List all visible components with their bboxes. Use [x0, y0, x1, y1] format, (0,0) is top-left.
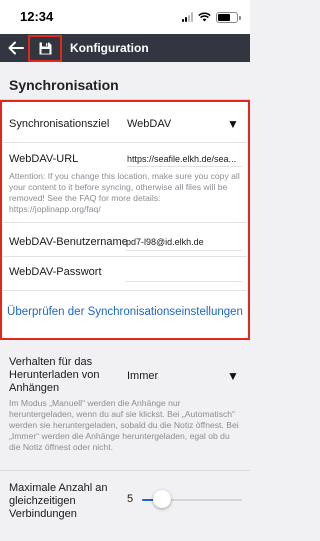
- arrow-left-icon: [8, 41, 24, 55]
- attention-note: Attention: If you change this location, …: [9, 171, 240, 214]
- section-title: Synchronisation: [9, 77, 119, 93]
- sync-target-select[interactable]: WebDAV: [127, 118, 171, 130]
- username-field-underline: [126, 250, 242, 251]
- webdav-username-field[interactable]: pd7-l98@id.elkh.de: [126, 237, 204, 247]
- url-field-underline: [127, 166, 242, 167]
- password-field-underline: [126, 281, 242, 282]
- attachment-behavior-label: Verhalten für das Herunterladen von Anhä…: [9, 356, 100, 394]
- chevron-down-icon[interactable]: ▼: [227, 117, 239, 131]
- webdav-url-label: WebDAV-URL: [9, 153, 79, 165]
- row-divider: [3, 256, 247, 257]
- app-header: Konfiguration: [0, 34, 250, 62]
- row-divider: [0, 470, 250, 471]
- max-connections-value: 5: [127, 493, 134, 505]
- page-title: Konfiguration: [70, 41, 149, 55]
- cellular-signal-icon: [182, 12, 193, 22]
- sync-target-label: Synchronisationsziel: [9, 118, 110, 130]
- attachment-behavior-select[interactable]: Immer: [127, 370, 158, 382]
- row-divider: [3, 142, 247, 143]
- slider-thumb[interactable]: [153, 490, 171, 508]
- chevron-down-icon[interactable]: ▼: [227, 369, 239, 383]
- battery-icon: [216, 11, 241, 23]
- row-divider: [3, 222, 247, 223]
- back-button[interactable]: [6, 38, 26, 58]
- row-divider: [3, 290, 247, 291]
- wifi-icon: [198, 12, 211, 22]
- status-icons: [182, 11, 241, 23]
- webdav-password-label: WebDAV-Passwort: [9, 266, 102, 278]
- check-sync-config-button[interactable]: Überprüfen der Synchronisationseinstellu…: [0, 304, 250, 320]
- floppy-disk-icon: [39, 42, 51, 55]
- save-button[interactable]: [28, 35, 62, 62]
- max-connections-label: Maximale Anzahl an gleichzeitigen Verbin…: [9, 482, 108, 520]
- status-time: 12:34: [20, 9, 54, 24]
- attachment-behavior-note: Im Modus „Manuell“ werden die Anhänge nu…: [9, 398, 239, 452]
- webdav-url-field[interactable]: https://seafile.elkh.de/sea...: [127, 154, 243, 164]
- status-bar: 12:34: [0, 0, 250, 34]
- webdav-username-label: WebDAV-Benutzername: [9, 236, 128, 248]
